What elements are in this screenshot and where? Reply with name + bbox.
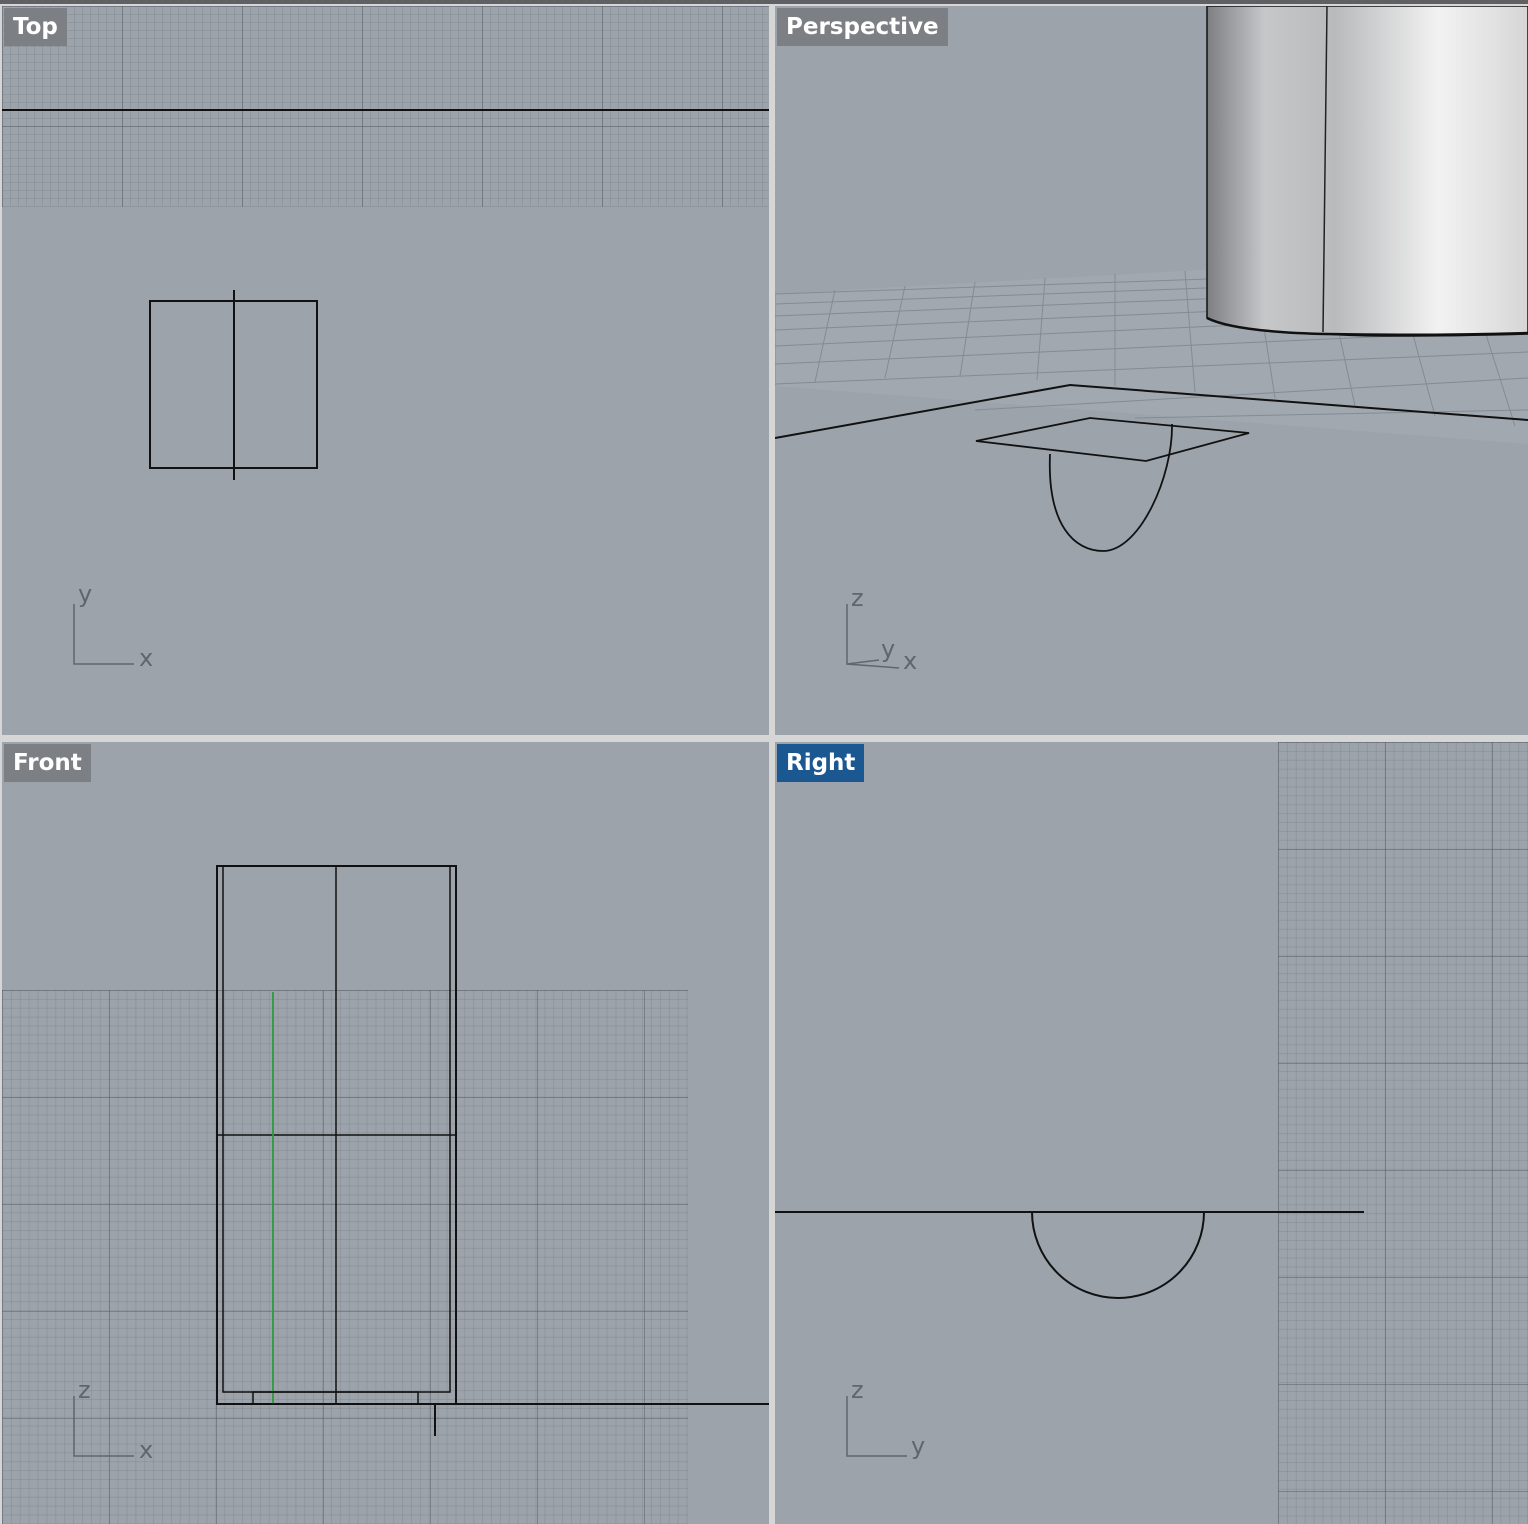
axis-gizmo: z y (846, 1376, 925, 1460)
right-view-geometry[interactable]: z y (775, 742, 1528, 1524)
front-view-geometry[interactable]: z x (2, 742, 769, 1524)
viewport-right[interactable]: z y Right (775, 742, 1528, 1524)
viewport-label-front[interactable]: Front (4, 744, 91, 782)
viewport-label-right[interactable]: Right (777, 744, 865, 782)
top-view-geometry[interactable]: y x (2, 6, 769, 735)
viewport-label-perspective[interactable]: Perspective (777, 8, 948, 46)
viewport-front[interactable]: z x Front (2, 742, 769, 1524)
axis-label-z: z (851, 1376, 864, 1404)
axis-gizmo: y x (73, 580, 153, 672)
viewport-top[interactable]: y x Top (2, 6, 769, 735)
axis-label-z: z (78, 1376, 91, 1404)
axis-label-y: y (881, 635, 895, 663)
axis-gizmo: z y x (846, 584, 917, 675)
arc-curve[interactable] (1048, 423, 1173, 552)
planar-surface-outline[interactable] (975, 417, 1250, 462)
axis-label-z: z (851, 584, 864, 612)
viewport-perspective[interactable]: z y x Perspective (775, 6, 1528, 735)
axis-label-x: x (139, 1436, 153, 1464)
perspective-view-geometry[interactable]: z y x (775, 6, 1528, 735)
axis-label-x: x (903, 647, 917, 675)
axis-label-x: x (139, 644, 153, 672)
cylinder-solid[interactable] (1206, 6, 1528, 337)
axis-label-y: y (78, 580, 92, 608)
arc-curve[interactable] (1031, 1211, 1205, 1299)
window-top-bar (0, 0, 1528, 4)
axis-label-y: y (911, 1432, 925, 1460)
axis-gizmo: z x (73, 1376, 153, 1464)
viewport-label-top[interactable]: Top (4, 8, 67, 46)
